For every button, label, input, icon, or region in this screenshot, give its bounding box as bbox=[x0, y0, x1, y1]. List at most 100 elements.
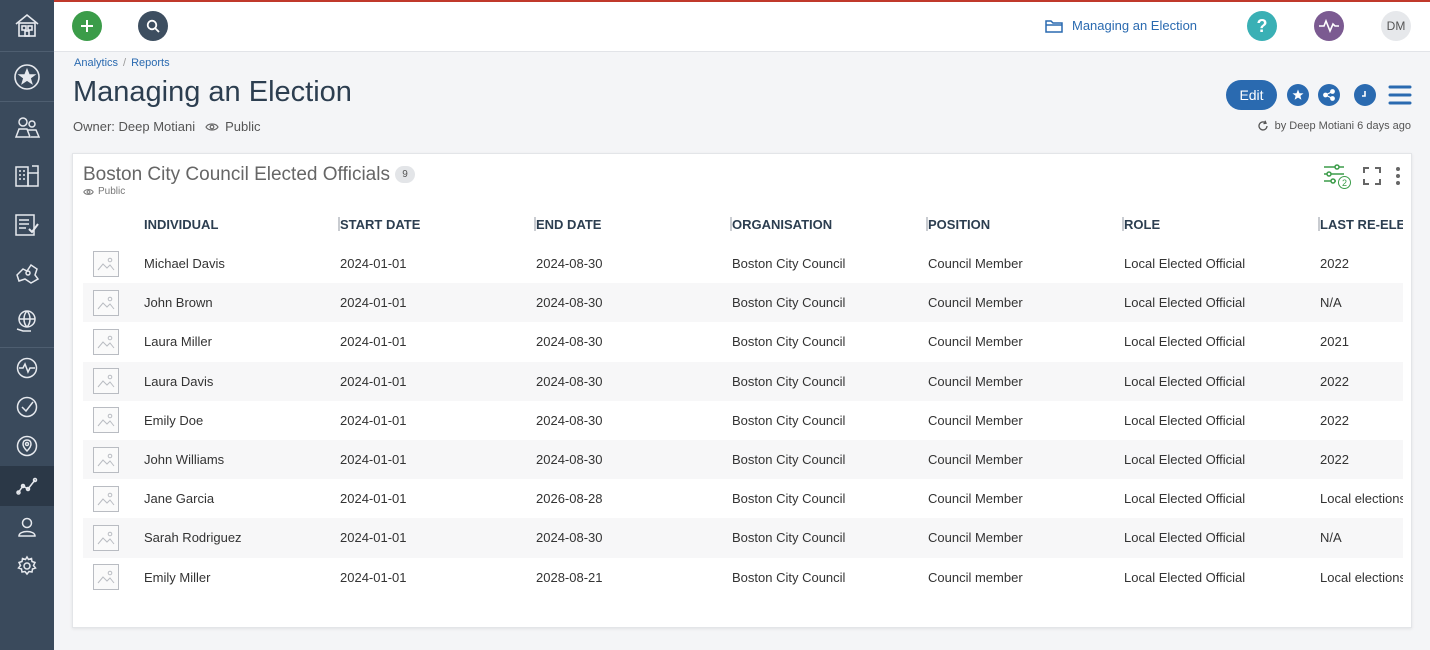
table-row[interactable]: Emily Miller 2024-01-01 2028-08-21 Boston C… bbox=[83, 558, 1403, 597]
cell-start-date: 2024-01-01 bbox=[340, 452, 407, 468]
cell-individual[interactable]: John Brown bbox=[144, 295, 340, 310]
sidebar-item-tasks[interactable] bbox=[0, 204, 54, 244]
table-row[interactable]: Emily Doe 2024-01-01 2024-08-30 Boston City… bbox=[83, 401, 1403, 440]
cell-position: Council Member bbox=[928, 256, 1023, 272]
fullscreen-icon[interactable] bbox=[1363, 167, 1381, 185]
sidebar-item-locations[interactable] bbox=[0, 426, 54, 466]
column-header-end-date[interactable]: END DATE bbox=[536, 204, 732, 244]
image-placeholder-icon bbox=[93, 250, 119, 277]
share-button[interactable] bbox=[1318, 84, 1340, 106]
sidebar-item-regions[interactable] bbox=[0, 253, 54, 293]
cell-end-date: 2028-08-21 bbox=[536, 569, 603, 585]
table-row[interactable]: Laura Davis 2024-01-01 2024-08-30 Boston Ci… bbox=[83, 361, 1403, 401]
column-header-start-date[interactable]: START DATE bbox=[340, 204, 536, 244]
cell-organisation: Boston City Council bbox=[732, 452, 846, 468]
sidebar-item-favorites[interactable] bbox=[0, 57, 54, 97]
row-image-cell bbox=[83, 328, 144, 355]
column-header-role[interactable]: ROLE bbox=[1124, 204, 1320, 244]
filter-button[interactable]: 2 bbox=[1323, 164, 1351, 189]
buildings-icon bbox=[15, 165, 39, 187]
cell-position: Council Member bbox=[928, 491, 1023, 507]
sidebar-item-organisations[interactable] bbox=[0, 155, 54, 195]
cell-last-re-election: Local elections bbox=[1320, 569, 1403, 585]
cell-position: Council Member bbox=[928, 530, 1023, 546]
image-placeholder-icon bbox=[93, 407, 119, 434]
column-header-organisation[interactable]: ORGANISATION bbox=[732, 204, 928, 244]
report-title: Boston City Council Elected Officials bbox=[83, 164, 390, 185]
report-table: INDIVIDUAL START DATE END DATE ORGANISAT… bbox=[83, 204, 1403, 597]
table-row[interactable]: John Brown 2024-01-01 2024-08-30 Boston Cit… bbox=[83, 283, 1403, 323]
sidebar bbox=[0, 0, 54, 650]
top-bar: Managing an Election ? DM bbox=[54, 2, 1430, 52]
table-header: INDIVIDUAL START DATE END DATE ORGANISAT… bbox=[83, 204, 1403, 244]
sidebar-item-home[interactable] bbox=[0, 5, 54, 45]
history-button[interactable] bbox=[1354, 84, 1376, 106]
cell-organisation: Boston City Council bbox=[732, 569, 846, 585]
cell-individual[interactable]: Emily Doe bbox=[144, 413, 340, 428]
help-button[interactable]: ? bbox=[1247, 11, 1277, 41]
breadcrumb-reports[interactable]: Reports bbox=[131, 57, 170, 69]
table-row[interactable]: John Williams 2024-01-01 2024-08-30 Boston … bbox=[83, 439, 1403, 480]
cell-individual[interactable]: Jane Garcia bbox=[144, 491, 340, 506]
clock-icon bbox=[1362, 91, 1366, 97]
search-button[interactable] bbox=[138, 11, 168, 41]
cell-organisation: Boston City Council bbox=[732, 412, 846, 428]
add-button[interactable] bbox=[72, 11, 102, 41]
table-row[interactable]: Laura Miller 2024-01-01 2024-08-30 Boston C… bbox=[83, 322, 1403, 361]
table-row[interactable]: Jane Garcia 2024-01-01 2026-08-28 Boston Ci… bbox=[83, 479, 1403, 518]
globe-hand-icon bbox=[16, 310, 36, 332]
favorite-button[interactable] bbox=[1287, 84, 1309, 106]
row-image-cell bbox=[83, 250, 144, 277]
cell-position: Council Member bbox=[928, 373, 1023, 389]
image-placeholder-icon bbox=[93, 446, 119, 473]
menu-button[interactable] bbox=[1388, 84, 1412, 106]
table-row[interactable]: Michael Davis 2024-01-01 2024-08-30 Boston … bbox=[83, 244, 1403, 283]
report-visibility: Public bbox=[83, 186, 125, 197]
cell-individual[interactable]: Michael Davis bbox=[144, 256, 340, 271]
image-placeholder-icon bbox=[93, 328, 119, 355]
user-avatar[interactable]: DM bbox=[1381, 11, 1411, 41]
column-header-last-re-election[interactable]: LAST RE-ELEC bbox=[1320, 204, 1403, 244]
breadcrumb-analytics[interactable]: Analytics bbox=[74, 57, 118, 69]
sidebar-item-approvals[interactable] bbox=[0, 387, 54, 427]
sidebar-item-topics[interactable] bbox=[0, 301, 54, 341]
image-placeholder-icon bbox=[93, 289, 119, 316]
question-mark-icon: ? bbox=[1256, 15, 1268, 36]
cell-individual[interactable]: Emily Miller bbox=[144, 570, 340, 585]
table-row[interactable]: Sarah Rodriguez 2024-01-01 2024-08-30 Bosto… bbox=[83, 518, 1403, 558]
cell-start-date: 2024-01-01 bbox=[340, 412, 407, 428]
column-header-individual[interactable]: INDIVIDUAL bbox=[144, 204, 340, 244]
cell-last-re-election: N/A bbox=[1320, 295, 1342, 311]
cell-last-re-election: 2022 bbox=[1320, 373, 1349, 389]
cell-end-date: 2024-08-30 bbox=[536, 412, 603, 428]
location-pin-icon bbox=[16, 435, 38, 457]
activity-button[interactable] bbox=[1314, 11, 1344, 41]
refresh-icon bbox=[1258, 120, 1268, 131]
report-tools: 2 bbox=[1323, 164, 1401, 189]
more-vertical-icon[interactable] bbox=[1395, 166, 1401, 186]
row-image-cell bbox=[83, 485, 144, 512]
cell-start-date: 2024-01-01 bbox=[340, 295, 407, 311]
cell-start-date: 2024-01-01 bbox=[340, 530, 407, 546]
cell-individual[interactable]: Laura Miller bbox=[144, 334, 340, 349]
current-report-link[interactable]: Managing an Election bbox=[1045, 18, 1197, 33]
image-placeholder-icon bbox=[93, 368, 119, 395]
sidebar-item-activity[interactable] bbox=[0, 348, 54, 388]
breadcrumb-separator: / bbox=[123, 57, 127, 69]
edit-button[interactable]: Edit bbox=[1226, 80, 1277, 110]
column-header-position[interactable]: POSITION bbox=[928, 204, 1124, 244]
cell-individual[interactable]: Laura Davis bbox=[144, 374, 340, 389]
cell-individual[interactable]: John Williams bbox=[144, 452, 340, 467]
cell-organisation: Boston City Council bbox=[732, 334, 846, 350]
cell-individual[interactable]: Sarah Rodriguez bbox=[144, 530, 340, 545]
sidebar-item-people[interactable] bbox=[0, 107, 54, 147]
sidebar-item-settings[interactable] bbox=[0, 546, 54, 586]
row-image-cell bbox=[83, 289, 144, 316]
report-card: Boston City Council Elected Officials 9 … bbox=[72, 153, 1412, 628]
sidebar-item-profile[interactable] bbox=[0, 507, 54, 547]
cell-start-date: 2024-01-01 bbox=[340, 491, 407, 507]
cell-organisation: Boston City Council bbox=[732, 373, 846, 389]
cell-role: Local Elected Official bbox=[1124, 295, 1246, 311]
star-circle-icon bbox=[14, 64, 40, 90]
sidebar-item-analytics[interactable] bbox=[0, 466, 54, 506]
